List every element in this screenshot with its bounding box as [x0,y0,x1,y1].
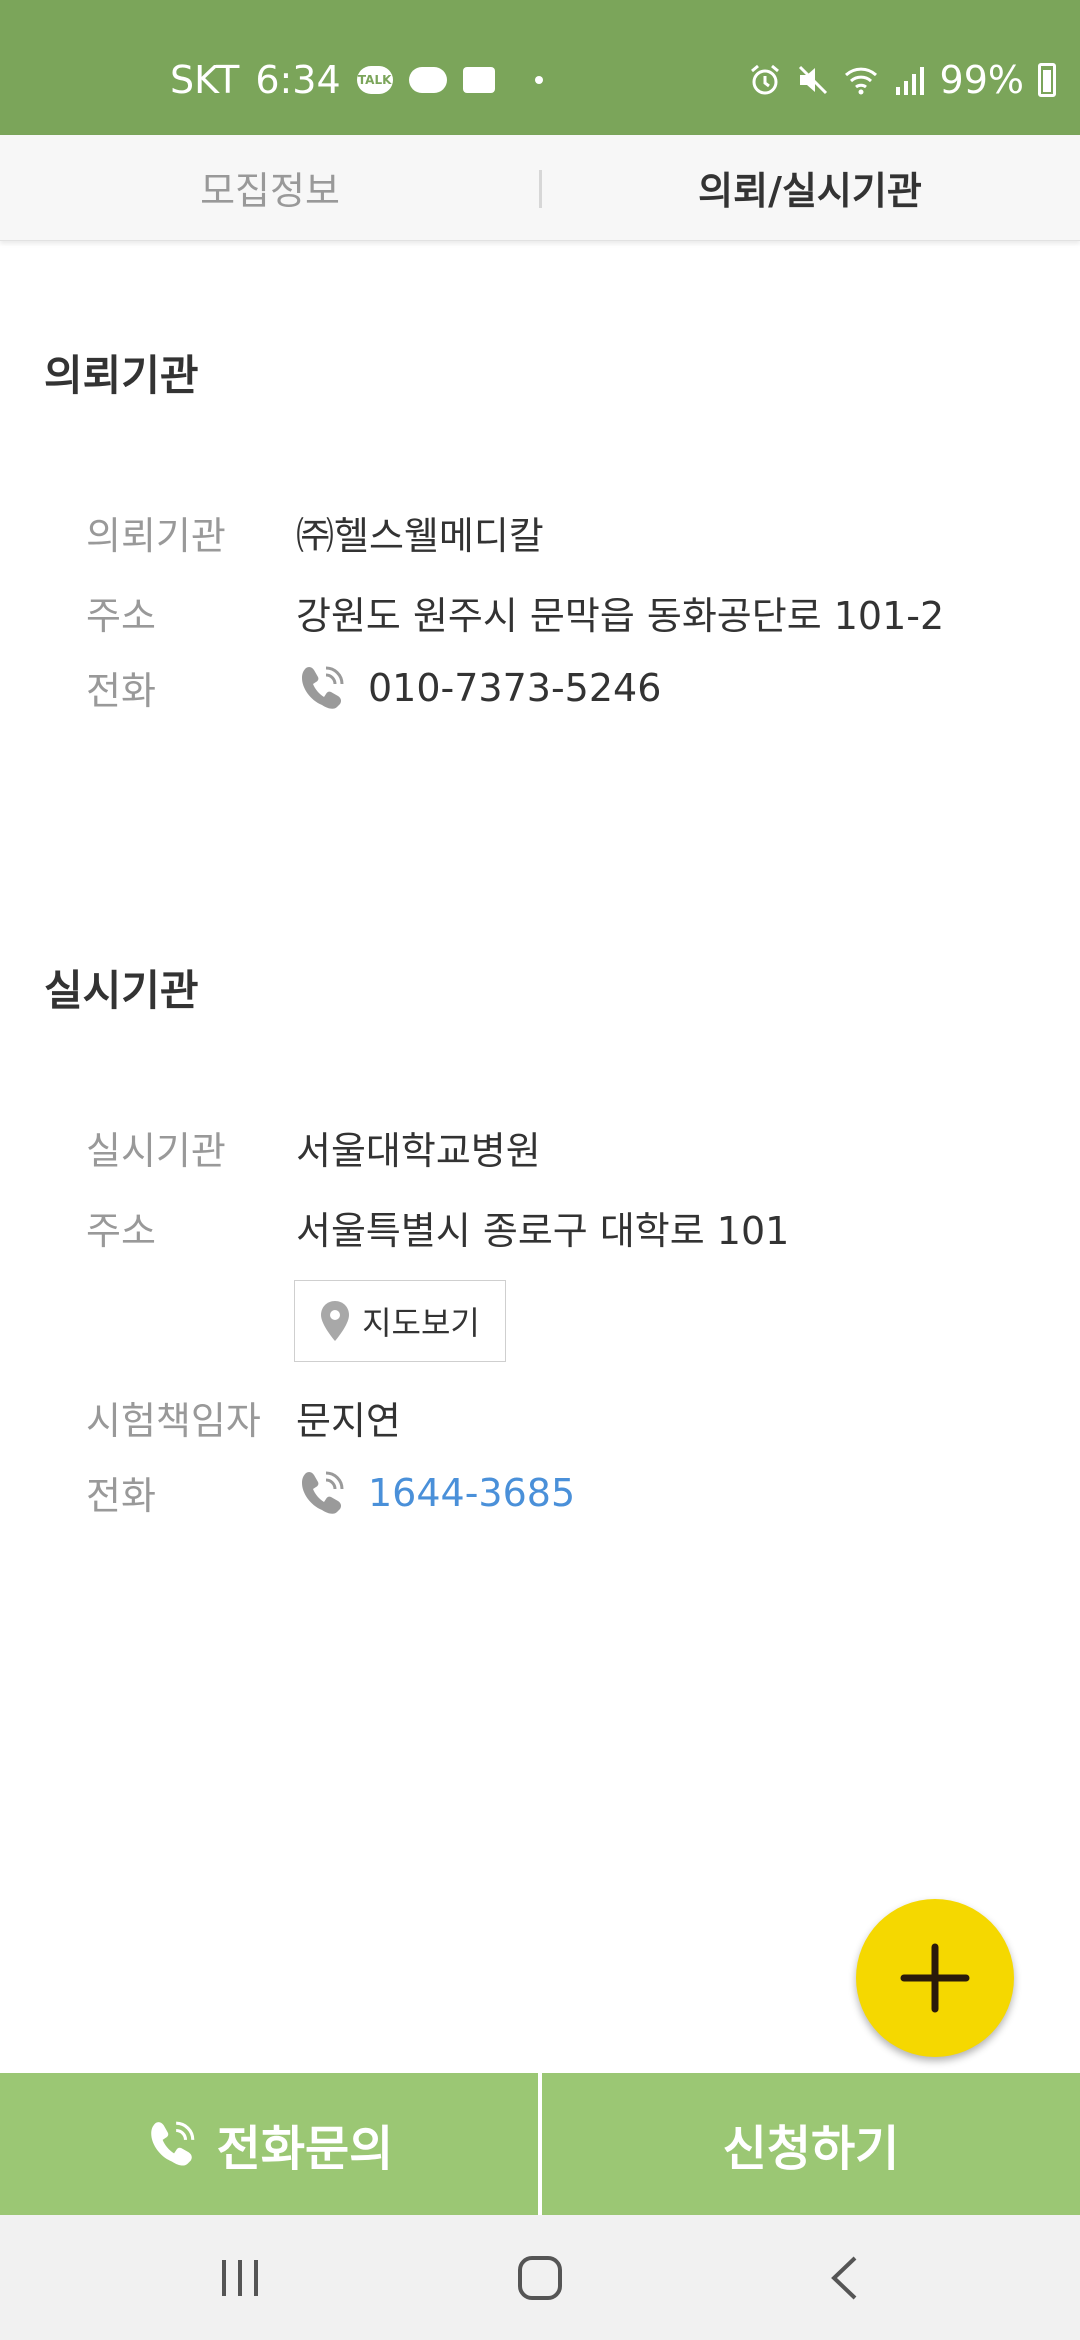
row-value: 강원도 원주시 문막읍 동화공단로 101-2 [296,594,945,638]
phone-icon [302,666,344,709]
row-performing-address: 주소 서울특별시 종로구 대학로 101 [86,1200,789,1255]
row-value: 서울특별시 종로구 대학로 101 [296,1209,790,1253]
wifi-icon [844,67,877,95]
phone-number: 010-7373-5246 [368,665,662,710]
plus-icon [900,1943,970,2013]
apply-button[interactable]: 신청하기 [542,2073,1080,2215]
row-value: ㈜헬스웰메디칼 [296,514,544,558]
phone-link[interactable]: 1644-3685 [296,1467,575,1519]
battery-percent: 99% [939,58,1024,102]
system-nav-bar [0,2215,1080,2340]
phone-icon [302,1471,344,1514]
row-label: 전화 [86,1474,156,1518]
back-icon [831,2256,857,2299]
call-inquiry-button[interactable]: 전화문의 [0,2073,538,2215]
row-value: 문지연 [296,1399,401,1443]
status-bar-right: 99% [748,50,1056,110]
piggy-bank-icon [408,67,447,93]
row-performing-phone: 전화 1644-3685 [86,1465,575,1520]
mute-icon [798,65,827,95]
alarm-icon [750,64,779,95]
phone-number: 1644-3685 [368,1470,576,1515]
row-label: 의뢰기관 [86,514,226,558]
view-map-button[interactable]: 지도보기 [294,1280,506,1362]
message-icon [462,67,495,93]
tab-institutions[interactable]: 의뢰/실시기관 [540,135,1080,240]
row-requesting-address: 주소 강원도 원주시 문막읍 동화공단로 101-2 [86,585,944,640]
row-label: 시험책임자 [86,1399,261,1443]
more-notifications-icon [534,76,543,84]
row-label: 전화 [86,669,156,713]
add-fab-button[interactable] [856,1899,1014,2057]
back-button[interactable] [784,2215,904,2340]
phone-value[interactable]: 010-7373-5246 [296,662,661,714]
clock: 6:34 [255,58,341,102]
row-label: 주소 [86,594,156,638]
tab-bar: 모집정보 의뢰/실시기관 [0,135,1080,241]
row-requesting-institution: 의뢰기관 ㈜헬스웰메디칼 [86,505,544,560]
status-bar-left: SKT 6:34 TALK [170,50,543,110]
row-label: 실시기관 [86,1129,226,1173]
signal-icon [895,67,924,95]
recent-apps-button[interactable] [180,2215,300,2340]
section-title-performing: 실시기관 [44,966,199,1015]
recent-apps-icon [222,2259,258,2296]
home-button[interactable] [480,2215,600,2340]
row-label: 주소 [86,1209,156,1253]
bottom-action-bar: 전화문의 신청하기 [0,2073,1080,2215]
row-value: 서울대학교병원 [296,1129,541,1173]
row-requesting-phone: 전화 010-7373-5246 [86,660,661,715]
view-map-label: 지도보기 [362,1304,480,1342]
home-icon [518,2255,562,2300]
section-title-requesting: 의뢰기관 [44,351,199,400]
kakaotalk-icon: TALK [356,66,393,94]
carrier: SKT [170,58,240,102]
battery-icon [1038,63,1056,97]
phone-icon [150,2121,194,2166]
row-performing-institution: 실시기관 서울대학교병원 [86,1120,541,1175]
map-pin-icon [321,1301,350,1341]
call-inquiry-label: 전화문의 [216,2121,394,2177]
status-bar: SKT 6:34 TALK 99% [0,0,1080,135]
row-principal-investigator: 시험책임자 문지연 [86,1390,401,1445]
tab-recruitment-info[interactable]: 모집정보 [0,135,540,240]
